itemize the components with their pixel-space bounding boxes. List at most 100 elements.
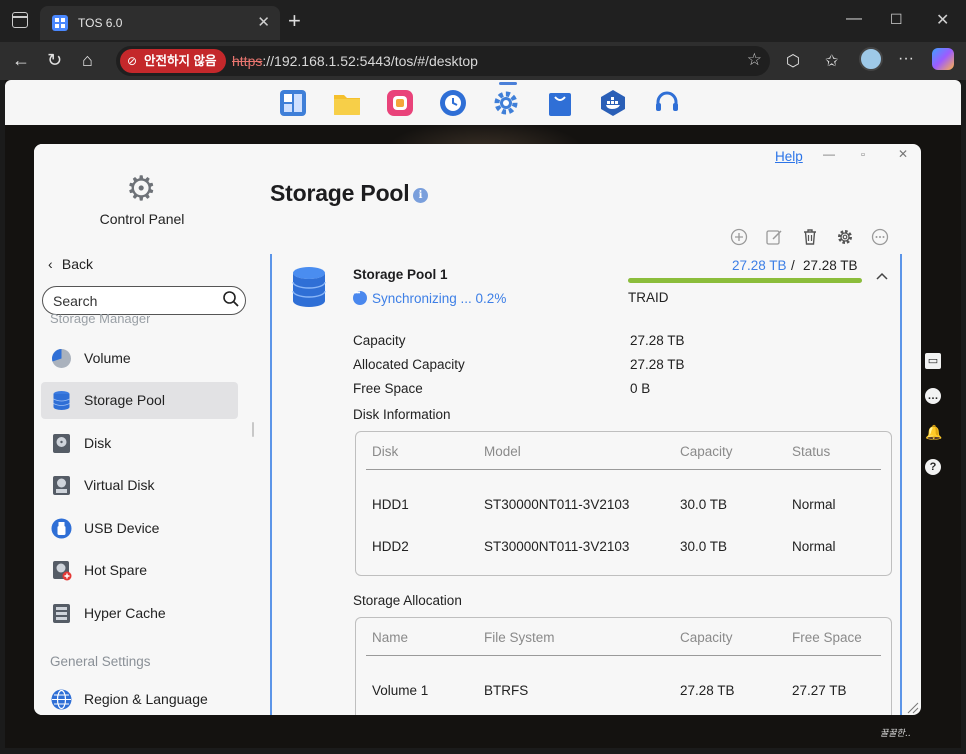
sidebar-item-label: Storage Pool	[84, 392, 165, 408]
file-manager-app-icon[interactable]	[333, 89, 361, 117]
storage-pool-icon	[53, 391, 70, 410]
docker-app-icon[interactable]	[599, 89, 627, 117]
extensions-icon[interactable]: ⬡	[786, 51, 800, 71]
sidebar-item-usb-device[interactable]: USB Device	[41, 510, 238, 547]
table-header-divider	[366, 469, 881, 470]
add-circle-icon[interactable]	[730, 228, 748, 246]
back-arrow-icon[interactable]: ←	[12, 50, 30, 71]
cell-capacity: 30.0 TB	[680, 539, 728, 554]
cell-free-space: 27.27 TB	[792, 683, 847, 698]
support-app-icon[interactable]	[653, 89, 681, 117]
more-menu-icon[interactable]: ···	[898, 50, 914, 68]
home-icon[interactable]: ⌂	[82, 50, 93, 71]
prop-value-capacity: 27.28 TB	[630, 333, 685, 348]
pool-total-capacity: 27.28 TB	[803, 258, 858, 273]
back-button[interactable]: ‹ Back	[48, 256, 93, 272]
pool-raid-type: TRAID	[628, 290, 669, 305]
refresh-icon[interactable]: ↻	[47, 50, 62, 71]
storage-pool-database-icon	[292, 267, 326, 307]
column-header: Free Space	[792, 630, 862, 645]
new-tab-icon[interactable]: +	[288, 8, 301, 34]
volume-icon	[52, 349, 71, 368]
watermark-signature: 꿀꿀한..	[880, 729, 911, 739]
settings-gear-icon[interactable]	[836, 228, 854, 246]
disk-information-heading: Disk Information	[353, 407, 451, 422]
allocation-table: Name File System Capacity Free Space Vol…	[355, 617, 892, 715]
address-bar[interactable]: 안전하지 않음 https://192.168.1.52:5443/tos/#/…	[116, 46, 770, 76]
capacity-separator: /	[791, 258, 795, 273]
browser-tab[interactable]: TOS 6.0 ✕	[40, 6, 280, 40]
tab-title: TOS 6.0	[78, 16, 123, 30]
sidebar-item-label: USB Device	[84, 520, 160, 536]
back-label: Back	[61, 256, 94, 272]
window-close-icon[interactable]: ✕	[936, 10, 949, 30]
sidebar-item-label: Hyper Cache	[84, 605, 166, 621]
monitor-icon[interactable]: ▭	[925, 353, 941, 369]
hot-spare-icon	[53, 561, 72, 581]
section-storage-manager: Storage Manager	[50, 314, 151, 326]
sidebar-item-hyper-cache[interactable]: Hyper Cache	[41, 595, 238, 632]
prop-label-free-space: Free Space	[353, 381, 423, 396]
disk-icon	[53, 434, 70, 453]
storage-pool-card: Storage Pool 1 Synchronizing ... 0.2% 27…	[270, 254, 902, 715]
window-resize-grip-icon[interactable]	[905, 700, 919, 714]
sidebar-item-volume[interactable]: Volume	[41, 340, 238, 377]
virtual-disk-icon	[53, 476, 70, 495]
search-icon[interactable]	[222, 290, 240, 308]
notification-bell-icon[interactable]: 🔔	[925, 424, 942, 440]
copilot-icon[interactable]	[932, 48, 954, 70]
control-panel-gear-icon: ⚙	[126, 170, 157, 208]
shop-app-icon[interactable]	[546, 89, 574, 117]
sidebar-search-input[interactable]: Search	[42, 286, 246, 315]
app-center-app-icon[interactable]	[386, 89, 414, 117]
backup-app-icon[interactable]	[439, 89, 467, 117]
insecure-badge[interactable]: 안전하지 않음	[120, 49, 227, 73]
url-text: https://192.168.1.52:5443/tos/#/desktop	[232, 53, 478, 69]
app-dock	[5, 80, 961, 125]
sidebar-item-label: Region & Language	[84, 691, 208, 707]
section-general-settings: General Settings	[50, 654, 151, 669]
sidebar-item-label: Hot Spare	[84, 562, 148, 578]
delete-icon[interactable]	[801, 228, 819, 246]
tab-close-icon[interactable]: ✕	[257, 13, 270, 31]
minimize-icon[interactable]: —	[846, 10, 862, 28]
favorite-star-icon[interactable]: ☆	[747, 50, 762, 70]
sidebar-item-storage-pool[interactable]: Storage Pool	[41, 382, 238, 419]
pool-usage-bar	[628, 278, 862, 283]
sidebar-item-disk[interactable]: Disk	[41, 425, 238, 462]
favorites-icon[interactable]: ✩	[825, 51, 838, 71]
info-icon[interactable]: i	[413, 188, 428, 203]
sidebar-item-hot-spare[interactable]: Hot Spare	[41, 552, 238, 589]
usb-icon	[51, 518, 72, 539]
cell-capacity: 30.0 TB	[680, 497, 728, 512]
cell-status: Normal	[792, 497, 836, 512]
help-link[interactable]: Help	[775, 149, 803, 164]
chat-icon[interactable]: …	[925, 388, 941, 404]
tab-actions-icon[interactable]	[12, 12, 28, 28]
control-panel-app-icon[interactable]	[492, 89, 520, 117]
sync-status-icon	[353, 288, 367, 305]
pool-name: Storage Pool 1	[353, 267, 448, 282]
table-header-divider	[366, 655, 881, 656]
help-question-icon[interactable]: ?	[925, 459, 941, 475]
maximize-icon[interactable]: ☐	[890, 11, 903, 28]
edit-icon[interactable]	[765, 228, 783, 246]
window-close-icon[interactable]: ✕	[898, 147, 908, 161]
pool-used-capacity: 27.28 TB	[732, 258, 787, 273]
profile-avatar[interactable]	[859, 47, 883, 71]
sidebar-item-virtual-disk[interactable]: Virtual Disk	[41, 467, 238, 504]
more-options-icon[interactable]	[871, 228, 889, 246]
column-header: Capacity	[680, 444, 733, 459]
cell-disk: HDD1	[372, 497, 409, 512]
prop-value-allocated: 27.28 TB	[630, 357, 685, 372]
sidebar-item-label: Disk	[84, 435, 112, 451]
cell-model: ST30000NT011-3V2103	[484, 497, 630, 512]
storage-manager-app-icon[interactable]	[279, 89, 307, 117]
control-panel-title: Control Panel	[99, 211, 185, 227]
window-maximize-icon[interactable]: ▫	[861, 149, 865, 161]
chevron-up-icon[interactable]	[876, 270, 888, 282]
disk-table: Disk Model Capacity Status HDD1 ST30000N…	[355, 431, 892, 576]
sidebar-item-region-language[interactable]: Region & Language	[41, 681, 238, 715]
window-minimize-icon[interactable]: —	[823, 147, 835, 161]
sidebar-scrollbar[interactable]	[252, 422, 254, 437]
